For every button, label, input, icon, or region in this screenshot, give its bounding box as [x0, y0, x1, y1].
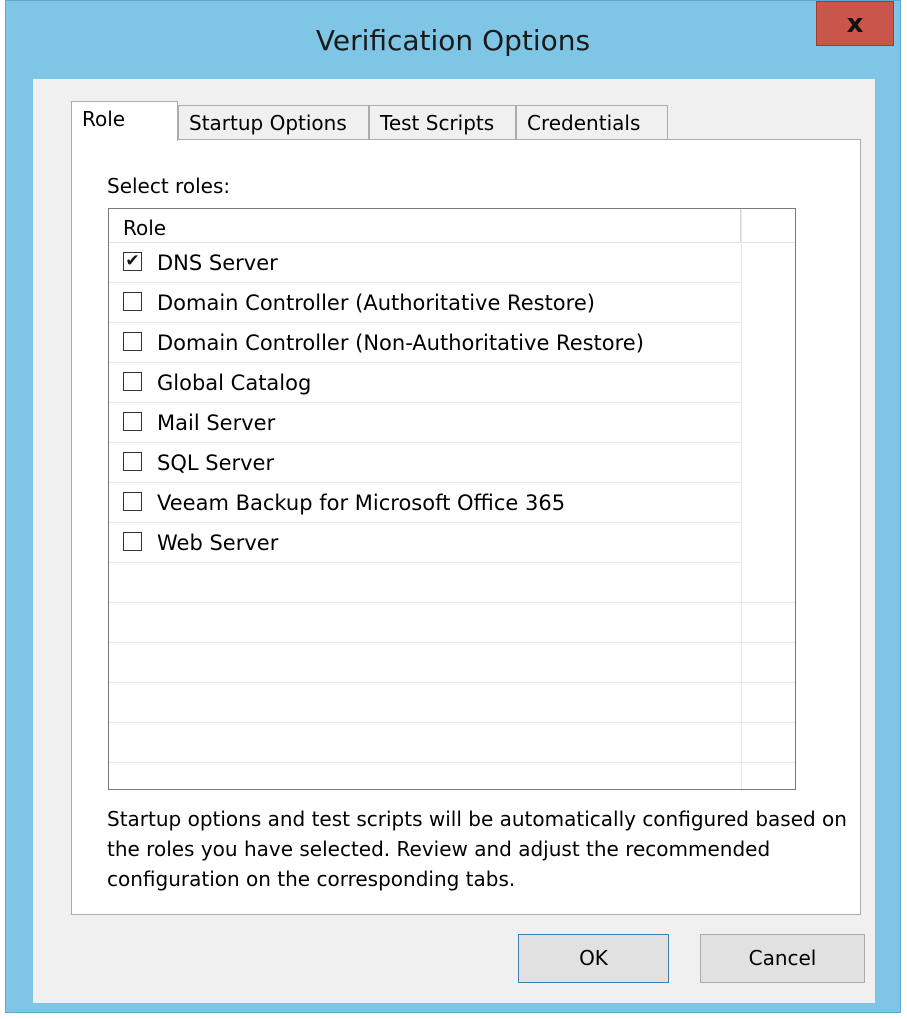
- info-text: Startup options and test scripts will be…: [107, 807, 847, 891]
- dialog-title: Verification Options: [315, 24, 591, 57]
- checkbox-web-server[interactable]: [123, 532, 142, 551]
- checkbox-sql-server[interactable]: [123, 452, 142, 471]
- close-icon: x: [846, 9, 864, 39]
- role-label: DNS Server: [157, 251, 278, 275]
- role-label: Domain Controller (Authoritative Restore…: [157, 291, 595, 315]
- role-label: Veeam Backup for Microsoft Office 365: [157, 491, 566, 515]
- role-label: Mail Server: [157, 411, 276, 435]
- column-header-role[interactable]: Role: [109, 209, 741, 242]
- checkbox-global-catalog[interactable]: [123, 372, 142, 391]
- close-button[interactable]: x: [816, 1, 894, 46]
- dialog-client-area: Role Startup Options Test Scripts Creden…: [33, 79, 875, 1003]
- verification-options-dialog: Verification Options x Role Startup Opti…: [5, 0, 901, 1013]
- tab-role[interactable]: Role: [71, 101, 178, 141]
- checkbox-domain-controller-authoritative[interactable]: [123, 292, 142, 311]
- role-row-dns-server[interactable]: ✔ DNS Server: [109, 243, 741, 283]
- cancel-button[interactable]: Cancel: [700, 934, 865, 983]
- empty-row: [109, 683, 795, 723]
- checkbox-domain-controller-non-authoritative[interactable]: [123, 332, 142, 351]
- role-row-global-catalog[interactable]: Global Catalog: [109, 363, 741, 403]
- role-tab-panel: Select roles: Role ✔ DNS Server Domain C…: [71, 139, 861, 915]
- empty-row: [109, 563, 795, 603]
- role-label: Web Server: [157, 531, 279, 555]
- role-row-veeam-backup-office-365[interactable]: Veeam Backup for Microsoft Office 365: [109, 483, 741, 523]
- empty-row: [109, 643, 795, 683]
- role-row-web-server[interactable]: Web Server: [109, 523, 741, 563]
- roles-list[interactable]: Role ✔ DNS Server Domain Controller (Aut…: [108, 208, 796, 790]
- role-row-mail-server[interactable]: Mail Server: [109, 403, 741, 443]
- role-row-sql-server[interactable]: SQL Server: [109, 443, 741, 483]
- role-row-domain-controller-authoritative[interactable]: Domain Controller (Authoritative Restore…: [109, 283, 741, 323]
- checkbox-dns-server[interactable]: ✔: [123, 252, 142, 271]
- empty-row: [109, 723, 795, 763]
- role-row-domain-controller-non-authoritative[interactable]: Domain Controller (Non-Authoritative Res…: [109, 323, 741, 363]
- tab-credentials[interactable]: Credentials: [516, 105, 668, 140]
- select-roles-label: Select roles:: [107, 174, 231, 198]
- tab-startup-options[interactable]: Startup Options: [178, 105, 369, 140]
- checkbox-mail-server[interactable]: [123, 412, 142, 431]
- tab-test-scripts[interactable]: Test Scripts: [369, 105, 516, 140]
- role-label: Domain Controller (Non-Authoritative Res…: [157, 331, 644, 355]
- roles-list-header: Role: [109, 209, 795, 243]
- role-label: Global Catalog: [157, 371, 312, 395]
- empty-row: [109, 603, 795, 643]
- ok-button[interactable]: OK: [518, 934, 669, 983]
- role-label: SQL Server: [157, 451, 275, 475]
- checkbox-veeam-backup-office-365[interactable]: [123, 492, 142, 511]
